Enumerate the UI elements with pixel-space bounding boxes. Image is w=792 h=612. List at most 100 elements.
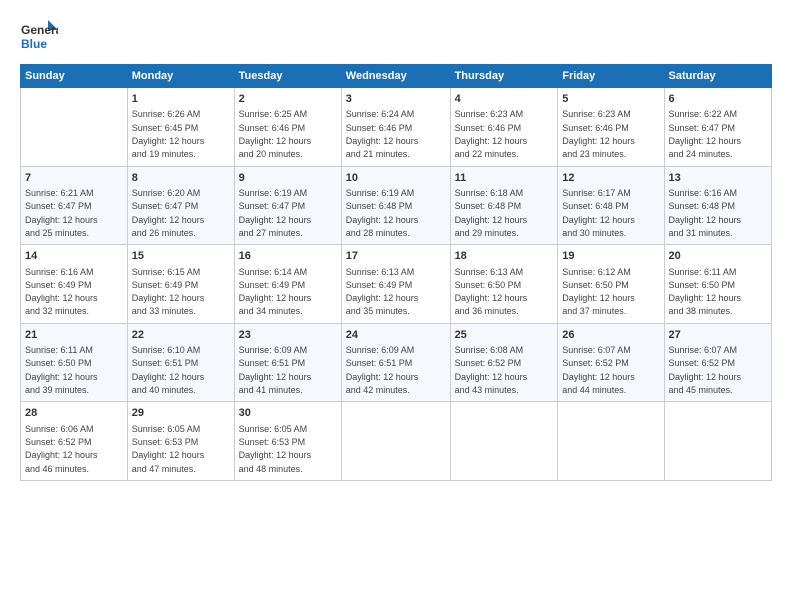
day-number: 25 [455, 328, 554, 343]
calendar-cell: 3 Sunrise: 6:24 AM Sunset: 6:46 PM Daylig… [341, 88, 450, 167]
day-number: 18 [455, 249, 554, 264]
day-info: Sunrise: 6:24 AM Sunset: 6:46 PM Dayligh… [346, 109, 419, 159]
day-info: Sunrise: 6:05 AM Sunset: 6:53 PM Dayligh… [132, 424, 205, 474]
day-number: 23 [239, 328, 337, 343]
logo: GeneralBlue [20, 18, 58, 52]
day-info: Sunrise: 6:07 AM Sunset: 6:52 PM Dayligh… [562, 345, 635, 395]
col-header-saturday: Saturday [664, 65, 771, 88]
day-info: Sunrise: 6:09 AM Sunset: 6:51 PM Dayligh… [239, 345, 312, 395]
day-number: 27 [669, 328, 767, 343]
calendar-cell: 18Sunrise: 6:13 AM Sunset: 6:50 PM Dayli… [450, 245, 558, 324]
svg-text:General: General [21, 23, 58, 37]
col-header-thursday: Thursday [450, 65, 558, 88]
day-number: 10 [346, 171, 446, 186]
calendar-cell: 21 Sunrise: 6:11 AM Sunset: 6:50 PM Dayli… [21, 323, 128, 402]
header-row: SundayMondayTuesdayWednesdayThursdayFrid… [21, 65, 772, 88]
calendar-cell: 2 Sunrise: 6:25 AM Sunset: 6:46 PM Daylig… [234, 88, 341, 167]
day-number: 21 [25, 328, 123, 343]
calendar-cell: 20 Sunrise: 6:11 AM Sunset: 6:50 PM Dayli… [664, 245, 771, 324]
calendar-cell: 6 Sunrise: 6:22 AM Sunset: 6:47 PM Daylig… [664, 88, 771, 167]
day-info: Sunrise: 6:15 AM Sunset: 6:49 PM Dayligh… [132, 267, 205, 317]
day-number: 9 [239, 171, 337, 186]
calendar-cell: 14 Sunrise: 6:16 AM Sunset: 6:49 PM Dayli… [21, 245, 128, 324]
calendar-cell: 15Sunrise: 6:15 AM Sunset: 6:49 PM Dayli… [127, 245, 234, 324]
calendar-cell: 12 Sunrise: 6:17 AM Sunset: 6:48 PM Dayli… [558, 166, 664, 245]
logo-svg: GeneralBlue [20, 18, 58, 52]
day-info: Sunrise: 6:05 AM Sunset: 6:53 PM Dayligh… [239, 424, 312, 474]
calendar-cell: 8 Sunrise: 6:20 AM Sunset: 6:47 PM Daylig… [127, 166, 234, 245]
day-number: 28 [25, 406, 123, 421]
day-number: 26 [562, 328, 659, 343]
day-info: Sunrise: 6:11 AM Sunset: 6:50 PM Dayligh… [25, 345, 98, 395]
calendar-cell: 5 Sunrise: 6:23 AM Sunset: 6:46 PM Daylig… [558, 88, 664, 167]
calendar-cell: 10 Sunrise: 6:19 AM Sunset: 6:48 PM Dayli… [341, 166, 450, 245]
calendar-cell: 25 Sunrise: 6:08 AM Sunset: 6:52 PM Dayli… [450, 323, 558, 402]
day-number: 5 [562, 92, 659, 107]
day-info: Sunrise: 6:11 AM Sunset: 6:50 PM Dayligh… [669, 267, 742, 317]
calendar-cell [558, 402, 664, 481]
day-number: 2 [239, 92, 337, 107]
week-row-3: 14 Sunrise: 6:16 AM Sunset: 6:49 PM Dayli… [21, 245, 772, 324]
day-info: Sunrise: 6:16 AM Sunset: 6:49 PM Dayligh… [25, 267, 98, 317]
day-info: Sunrise: 6:09 AM Sunset: 6:51 PM Dayligh… [346, 345, 419, 395]
col-header-monday: Monday [127, 65, 234, 88]
day-info: Sunrise: 6:19 AM Sunset: 6:47 PM Dayligh… [239, 188, 312, 238]
day-number: 16 [239, 249, 337, 264]
col-header-friday: Friday [558, 65, 664, 88]
week-row-4: 21 Sunrise: 6:11 AM Sunset: 6:50 PM Dayli… [21, 323, 772, 402]
day-info: Sunrise: 6:26 AM Sunset: 6:45 PM Dayligh… [132, 109, 205, 159]
calendar-cell: 26 Sunrise: 6:07 AM Sunset: 6:52 PM Dayli… [558, 323, 664, 402]
calendar-cell: 28 Sunrise: 6:06 AM Sunset: 6:52 PM Dayli… [21, 402, 128, 481]
day-info: Sunrise: 6:07 AM Sunset: 6:52 PM Dayligh… [669, 345, 742, 395]
day-number: 8 [132, 171, 230, 186]
day-info: Sunrise: 6:23 AM Sunset: 6:46 PM Dayligh… [455, 109, 528, 159]
day-number: 30 [239, 406, 337, 421]
col-header-wednesday: Wednesday [341, 65, 450, 88]
day-number: 3 [346, 92, 446, 107]
calendar-cell: 29 Sunrise: 6:05 AM Sunset: 6:53 PM Dayli… [127, 402, 234, 481]
page: GeneralBlue SundayMondayTuesdayWednesday… [0, 0, 792, 612]
calendar-cell: 4Sunrise: 6:23 AM Sunset: 6:46 PM Daylig… [450, 88, 558, 167]
day-info: Sunrise: 6:08 AM Sunset: 6:52 PM Dayligh… [455, 345, 528, 395]
calendar-cell: 22 Sunrise: 6:10 AM Sunset: 6:51 PM Dayli… [127, 323, 234, 402]
day-number: 29 [132, 406, 230, 421]
calendar-table: SundayMondayTuesdayWednesdayThursdayFrid… [20, 64, 772, 481]
calendar-cell [664, 402, 771, 481]
col-header-sunday: Sunday [21, 65, 128, 88]
calendar-cell: 23 Sunrise: 6:09 AM Sunset: 6:51 PM Dayli… [234, 323, 341, 402]
calendar-cell: 27 Sunrise: 6:07 AM Sunset: 6:52 PM Dayli… [664, 323, 771, 402]
calendar-cell [21, 88, 128, 167]
day-number: 7 [25, 171, 123, 186]
day-info: Sunrise: 6:21 AM Sunset: 6:47 PM Dayligh… [25, 188, 98, 238]
header: GeneralBlue [20, 18, 772, 52]
col-header-tuesday: Tuesday [234, 65, 341, 88]
day-info: Sunrise: 6:19 AM Sunset: 6:48 PM Dayligh… [346, 188, 419, 238]
day-info: Sunrise: 6:13 AM Sunset: 6:49 PM Dayligh… [346, 267, 419, 317]
day-info: Sunrise: 6:06 AM Sunset: 6:52 PM Dayligh… [25, 424, 98, 474]
day-info: Sunrise: 6:25 AM Sunset: 6:46 PM Dayligh… [239, 109, 312, 159]
calendar-cell: 11 Sunrise: 6:18 AM Sunset: 6:48 PM Dayli… [450, 166, 558, 245]
week-row-2: 7 Sunrise: 6:21 AM Sunset: 6:47 PM Daylig… [21, 166, 772, 245]
day-number: 13 [669, 171, 767, 186]
day-info: Sunrise: 6:18 AM Sunset: 6:48 PM Dayligh… [455, 188, 528, 238]
calendar-cell: 13 Sunrise: 6:16 AM Sunset: 6:48 PM Dayli… [664, 166, 771, 245]
day-number: 20 [669, 249, 767, 264]
calendar-cell: 9 Sunrise: 6:19 AM Sunset: 6:47 PM Daylig… [234, 166, 341, 245]
calendar-cell: 24 Sunrise: 6:09 AM Sunset: 6:51 PM Dayli… [341, 323, 450, 402]
day-info: Sunrise: 6:22 AM Sunset: 6:47 PM Dayligh… [669, 109, 742, 159]
day-number: 14 [25, 249, 123, 264]
day-info: Sunrise: 6:16 AM Sunset: 6:48 PM Dayligh… [669, 188, 742, 238]
day-info: Sunrise: 6:10 AM Sunset: 6:51 PM Dayligh… [132, 345, 205, 395]
day-number: 6 [669, 92, 767, 107]
day-number: 22 [132, 328, 230, 343]
day-number: 11 [455, 171, 554, 186]
calendar-cell [341, 402, 450, 481]
day-info: Sunrise: 6:23 AM Sunset: 6:46 PM Dayligh… [562, 109, 635, 159]
day-info: Sunrise: 6:20 AM Sunset: 6:47 PM Dayligh… [132, 188, 205, 238]
week-row-5: 28 Sunrise: 6:06 AM Sunset: 6:52 PM Dayli… [21, 402, 772, 481]
calendar-cell: 19Sunrise: 6:12 AM Sunset: 6:50 PM Dayli… [558, 245, 664, 324]
day-number: 24 [346, 328, 446, 343]
day-number: 12 [562, 171, 659, 186]
week-row-1: 1Sunrise: 6:26 AM Sunset: 6:45 PM Daylig… [21, 88, 772, 167]
day-info: Sunrise: 6:17 AM Sunset: 6:48 PM Dayligh… [562, 188, 635, 238]
